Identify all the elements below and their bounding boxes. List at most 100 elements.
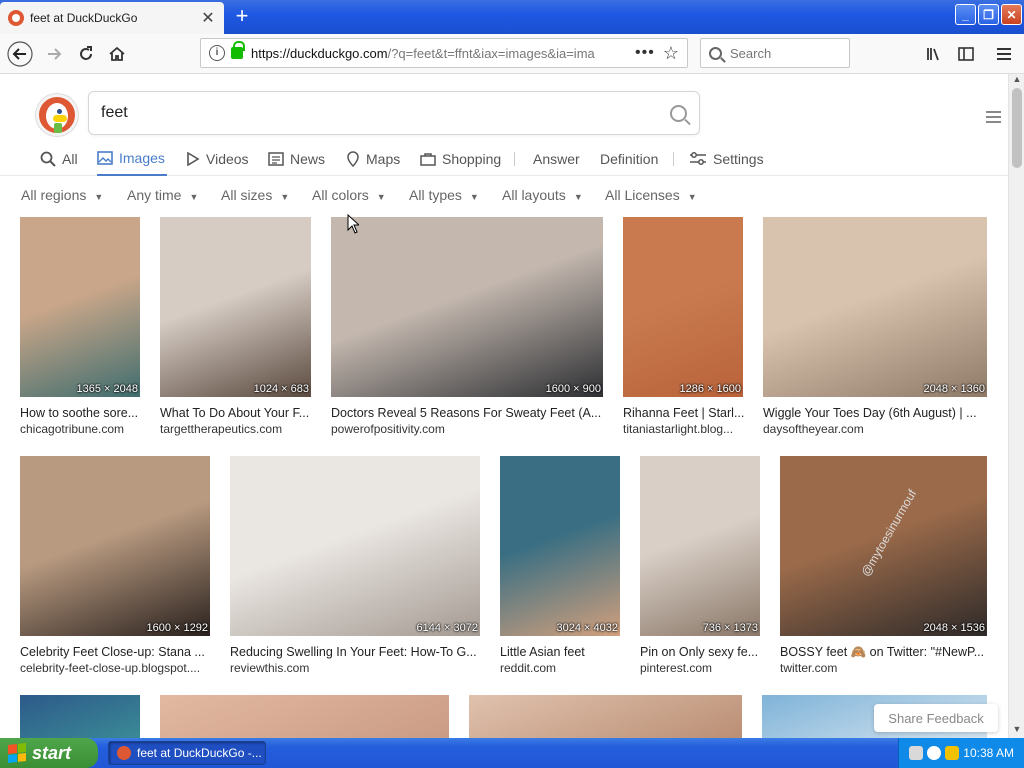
image-result-thumbnail[interactable]: 2048 × 1360 xyxy=(763,217,987,397)
tab-close-icon[interactable]: ✕ xyxy=(200,8,216,28)
filter-layout[interactable]: All layouts ▼ xyxy=(502,187,583,203)
page-info-icon[interactable]: i xyxy=(209,45,225,61)
tab-videos[interactable]: Videos xyxy=(186,142,249,176)
tab-images[interactable]: Images xyxy=(97,142,167,176)
tab-label: Images xyxy=(119,150,165,166)
chevron-down-icon: ▼ xyxy=(376,192,386,202)
url-bar[interactable]: i https://duckduckgo.com/?q=feet&t=ffnt&… xyxy=(200,38,688,68)
result-source[interactable]: chicagotribune.com xyxy=(20,422,142,436)
result-source[interactable]: celebrity-feet-close-up.blogspot.... xyxy=(20,661,212,675)
scroll-up-icon[interactable]: ▲ xyxy=(1009,74,1024,88)
result-source[interactable]: reviewthis.com xyxy=(230,661,482,675)
tray-arrow-icon[interactable] xyxy=(927,746,942,760)
map-pin-icon xyxy=(347,151,359,167)
result-title[interactable]: Reducing Swelling In Your Feet: How-To G… xyxy=(230,645,482,659)
filter-size[interactable]: All sizes ▼ xyxy=(221,187,289,203)
result-image xyxy=(763,217,987,397)
maximize-button[interactable]: ❐ xyxy=(978,4,999,25)
sidebar-icon xyxy=(958,47,974,61)
taskbar-window-item[interactable]: feet at DuckDuckGo -... xyxy=(108,741,266,765)
query-search-icon[interactable] xyxy=(670,104,687,122)
image-result-thumbnail[interactable]: 1600 × 900 xyxy=(331,217,603,397)
filter-time[interactable]: Any time ▼ xyxy=(127,187,198,203)
tab-all[interactable]: All xyxy=(40,142,78,176)
result-title[interactable]: What To Do About Your F... xyxy=(160,406,313,420)
image-result-thumbnail[interactable]: 1286 × 1600 xyxy=(623,217,743,397)
image-result-thumbnail[interactable]: 6144 × 3072 xyxy=(230,456,480,636)
security-shield-icon[interactable] xyxy=(945,746,960,760)
start-button[interactable]: start xyxy=(0,738,98,768)
url-host: https://duckduckgo.com xyxy=(251,45,388,61)
filter-color[interactable]: All colors ▼ xyxy=(312,187,386,203)
minimize-button[interactable]: _ xyxy=(955,4,976,25)
menu-button[interactable] xyxy=(990,40,1018,68)
image-icon xyxy=(97,151,113,165)
result-source[interactable]: pinterest.com xyxy=(640,661,762,675)
filter-license[interactable]: All Licenses ▼ xyxy=(605,187,697,203)
result-title[interactable]: Little Asian feet xyxy=(500,645,622,659)
image-result-thumbnail[interactable]: 1024 × 683 xyxy=(160,217,311,397)
browser-search-input[interactable]: Search xyxy=(700,38,850,68)
result-source[interactable]: twitter.com xyxy=(780,661,989,675)
home-icon xyxy=(109,46,125,61)
image-result-thumbnail[interactable] xyxy=(20,695,140,738)
result-image xyxy=(160,217,311,397)
duckduckgo-favicon-icon xyxy=(8,10,24,26)
query-input[interactable]: feet xyxy=(88,91,700,135)
image-result-thumbnail[interactable]: 736 × 1373 xyxy=(640,456,760,636)
url-text[interactable]: https://duckduckgo.com/?q=feet&t=ffnt&ia… xyxy=(251,46,627,61)
close-window-button[interactable]: ✕ xyxy=(1001,4,1022,25)
image-result-thumbnail[interactable]: 1365 × 2048 xyxy=(20,217,140,397)
filter-region[interactable]: All regions ▼ xyxy=(21,187,103,203)
secure-lock-icon xyxy=(231,41,245,59)
reload-button[interactable] xyxy=(72,40,100,68)
image-result-thumbnail[interactable] xyxy=(160,695,449,738)
result-image xyxy=(623,217,743,397)
forward-button[interactable] xyxy=(40,40,68,68)
image-result-thumbnail[interactable]: @mytoesinurmouf 2048 × 1536 xyxy=(780,456,987,636)
separator xyxy=(673,142,674,176)
result-title[interactable]: BOSSY feet 🙈 on Twitter: "#NewP... xyxy=(780,645,989,660)
tab-maps[interactable]: Maps xyxy=(346,142,400,176)
result-title[interactable]: Celebrity Feet Close-up: Stana ... xyxy=(20,645,212,659)
result-title[interactable]: Wiggle Your Toes Day (6th August) | ... xyxy=(763,406,989,420)
tab-news[interactable]: News xyxy=(268,142,325,176)
home-button[interactable] xyxy=(103,40,131,68)
duckduckgo-logo[interactable] xyxy=(36,94,78,136)
result-source[interactable]: titaniastarlight.blog... xyxy=(623,422,745,436)
result-title[interactable]: Rihanna Feet | Starl... xyxy=(623,406,745,420)
result-source[interactable]: reddit.com xyxy=(500,661,622,675)
filter-type[interactable]: All types ▼ xyxy=(409,187,479,203)
image-result-thumbnail[interactable]: 1600 × 1292 xyxy=(20,456,210,636)
image-dimensions: 2048 × 1536 xyxy=(923,622,985,634)
keyboard-icon[interactable] xyxy=(909,746,924,760)
result-source[interactable]: powerofpositivity.com xyxy=(331,422,605,436)
result-image xyxy=(20,695,140,738)
library-button[interactable] xyxy=(920,40,948,68)
result-source[interactable]: daysoftheyear.com xyxy=(763,422,989,436)
back-button[interactable] xyxy=(6,40,34,68)
ddg-menu-icon[interactable] xyxy=(986,108,1001,126)
image-result-thumbnail[interactable] xyxy=(469,695,742,738)
tab-answer[interactable]: Answer xyxy=(533,142,580,176)
result-image xyxy=(230,456,480,636)
scroll-down-icon[interactable]: ▼ xyxy=(1009,724,1024,738)
share-feedback-button[interactable]: Share Feedback xyxy=(874,704,998,732)
tab-settings[interactable]: Settings xyxy=(689,142,764,176)
bookmark-star-icon[interactable]: ☆ xyxy=(663,43,679,64)
result-image xyxy=(20,217,140,397)
scrollbar-thumb[interactable] xyxy=(1012,88,1022,168)
sidebar-button[interactable] xyxy=(952,40,980,68)
result-title[interactable]: Doctors Reveal 5 Reasons For Sweaty Feet… xyxy=(331,406,605,420)
navigation-toolbar: i https://duckduckgo.com/?q=feet&t=ffnt&… xyxy=(0,34,1024,74)
browser-tab[interactable]: feet at DuckDuckGo ✕ xyxy=(0,2,224,34)
tab-shopping[interactable]: Shopping xyxy=(420,142,501,176)
page-actions-icon[interactable]: ••• xyxy=(635,44,655,62)
new-tab-button[interactable]: + xyxy=(230,4,254,30)
result-title[interactable]: How to soothe sore... xyxy=(20,406,142,420)
page-scrollbar[interactable]: ▲ ▼ xyxy=(1008,74,1024,738)
tab-definition[interactable]: Definition xyxy=(600,142,658,176)
result-title[interactable]: Pin on Only sexy fe... xyxy=(640,645,762,659)
result-source[interactable]: targettherapeutics.com xyxy=(160,422,313,436)
image-result-thumbnail[interactable]: 3024 × 4032 xyxy=(500,456,620,636)
